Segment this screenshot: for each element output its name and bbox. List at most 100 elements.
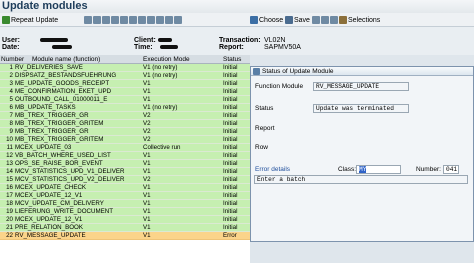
table-row[interactable]: 1 RV_DELIVERIES_SAVE V1 (no retry) Initial	[0, 64, 250, 72]
cell-number: 22	[6, 232, 13, 239]
table-row[interactable]: 17 MCEX_UPDATE_12_V1 V1 Initial	[0, 192, 250, 200]
redacted-date	[52, 45, 72, 49]
grid-tools	[84, 15, 182, 25]
column-header-module-name[interactable]: Module name (function)	[32, 56, 100, 63]
table-row[interactable]: 21 PRE_RELATION_BOOK V1 Initial	[0, 224, 250, 232]
table-row[interactable]: 2 DISPSATZ_BESTANDSFUEHRUNG V1 (no retry) I…	[0, 72, 250, 80]
cell-module-name: MCV_STATISTICS_UPD_V1_DELIVER	[15, 168, 125, 175]
choose-label: Choose	[259, 16, 284, 24]
detail-icon[interactable]	[84, 16, 92, 24]
cell-status: Initial	[223, 200, 238, 207]
cell-number: 4	[9, 88, 13, 95]
repeat-update-button[interactable]: Repeat Update	[2, 15, 58, 25]
window-title: Update modules	[2, 0, 88, 12]
export-icon[interactable]	[147, 16, 155, 24]
print-icon[interactable]	[138, 16, 146, 24]
dialog-title-bar[interactable]: Status of Update Module	[251, 67, 473, 76]
table-row[interactable]: 16 MCEX_UPDATE_CHECK V1 Initial	[0, 184, 250, 192]
cell-status: Initial	[223, 96, 238, 103]
table-row[interactable]: 11 MCEX_UPDATE_03 Collective run Initial	[0, 144, 250, 152]
cell-number: 5	[9, 96, 13, 103]
cell-status: Initial	[223, 80, 238, 87]
cell-number: 13	[6, 160, 13, 167]
cell-number: 15	[6, 176, 13, 183]
cell-execution-mode: V1	[143, 168, 151, 175]
application-toolbar: Repeat Update Choose Save Selections	[0, 13, 474, 27]
table-row[interactable]: 7 MB_TREX_TRIGGER_GR V2 Initial	[0, 112, 250, 120]
cell-number: 9	[9, 128, 13, 135]
message-number-field[interactable]: 041	[443, 165, 459, 174]
table-row[interactable]: 6 MB_UPDATE_TASKS V1 (no retry) Initial	[0, 104, 250, 112]
find-icon[interactable]	[111, 16, 119, 24]
function-module-field: RV_MESSAGE_UPDATE	[313, 82, 409, 91]
repeat-update-icon	[2, 16, 10, 24]
message-class-field[interactable]: MY	[356, 165, 401, 174]
column-header-number[interactable]: Number	[1, 56, 24, 63]
first-page-icon[interactable]	[312, 16, 320, 24]
cell-module-name: LIEFERUNG_WRITE_DOCUMENT	[15, 208, 113, 215]
cell-module-name: MCV_STATISTICS_UPD_V2_DELIVER	[15, 176, 125, 183]
report-value: SAPMV50A	[264, 44, 301, 51]
cell-execution-mode: V1	[143, 160, 151, 167]
table-row[interactable]: 12 VB_BATCH_WHERE_USED_LIST V1 Initial	[0, 152, 250, 160]
cell-module-name: VB_BATCH_WHERE_USED_LIST	[15, 152, 111, 159]
table-row[interactable]: 3 ME_UPDATE_GOODS_RECEIPT V1 Initial	[0, 80, 250, 88]
cell-execution-mode: V1	[143, 80, 151, 87]
layout-select-icon[interactable]	[165, 16, 173, 24]
sort-descending-icon[interactable]	[102, 16, 110, 24]
cell-module-name: ME_UPDATE_GOODS_RECEIPT	[15, 80, 110, 87]
cell-number: 10	[6, 136, 13, 143]
cell-status: Initial	[223, 112, 238, 119]
cell-number: 21	[6, 224, 13, 231]
cell-execution-mode: V2	[143, 112, 151, 119]
column-header-status[interactable]: Status	[223, 56, 241, 63]
cell-status: Initial	[223, 168, 238, 175]
message-text-field: Enter a batch	[254, 175, 468, 184]
table-row[interactable]: 13 OPS_SE_RAISE_BOR_EVENT V1 Initial	[0, 160, 250, 168]
cell-status: Initial	[223, 104, 238, 111]
cell-number: 1	[9, 64, 13, 71]
selections-icon	[339, 16, 347, 24]
table-row[interactable]: 4 ME_CONFIRMATION_EKET_UPD V1 Initial	[0, 88, 250, 96]
previous-page-icon[interactable]	[321, 16, 329, 24]
cell-number: 16	[6, 184, 13, 191]
cell-execution-mode: Collective run	[143, 144, 181, 151]
table-row[interactable]: 10 MB_TREX_TRIGGER_GRITEM V2 Initial	[0, 136, 250, 144]
table-row[interactable]: 9 MB_TREX_TRIGGER_GR V2 Initial	[0, 128, 250, 136]
cell-number: 3	[9, 80, 13, 87]
table-row[interactable]: 22 RV_MESSAGE_UPDATE V1 Error	[0, 232, 250, 240]
table-row[interactable]: 8 MB_TREX_TRIGGER_GRITEM V2 Initial	[0, 120, 250, 128]
table-row[interactable]: 15 MCV_STATISTICS_UPD_V2_DELIVER V2 Initial	[0, 176, 250, 184]
cell-module-name: MCEX_UPDATE_12_V1	[15, 216, 83, 223]
cell-number: 11	[6, 144, 13, 151]
cell-execution-mode: V1	[143, 88, 151, 95]
choose-button[interactable]: Choose	[250, 15, 283, 25]
table-row[interactable]: 20 MCEX_UPDATE_12_V1 V1 Initial	[0, 216, 250, 224]
filter-icon[interactable]	[120, 16, 128, 24]
dialog-title: Status of Update Module	[262, 68, 334, 75]
table-row[interactable]: 5 OUTBOUND_CALL_01000011_E V1 Initial	[0, 96, 250, 104]
cell-module-name: MCV_UPDATE_CM_DELIVERY	[15, 200, 104, 207]
cell-status: Initial	[223, 72, 238, 79]
save-button[interactable]: Save	[285, 15, 310, 25]
cell-execution-mode: V1 (no retry)	[143, 72, 178, 79]
next-page-icon[interactable]	[330, 16, 338, 24]
cell-module-name: OPS_SE_RAISE_BOR_EVENT	[15, 160, 103, 167]
cell-execution-mode: V2	[143, 136, 151, 143]
layout-save-icon[interactable]	[174, 16, 182, 24]
status-label: Status	[255, 105, 274, 112]
cell-module-name: MCEX_UPDATE_CHECK	[15, 184, 87, 191]
cell-status: Initial	[223, 192, 238, 199]
sum-icon[interactable]	[129, 16, 137, 24]
table-row[interactable]: 19 LIEFERUNG_WRITE_DOCUMENT V1 Initial	[0, 208, 250, 216]
column-header-execution-mode[interactable]: Execution Mode	[143, 56, 190, 63]
selections-button[interactable]: Selections	[339, 15, 380, 25]
report-label-dialog: Report	[255, 125, 275, 132]
table-row[interactable]: 18 MCV_UPDATE_CM_DELIVERY V1 Initial	[0, 200, 250, 208]
status-dialog: Status of Update Module Function Module …	[250, 66, 474, 242]
error-details-label: Error details	[255, 166, 291, 173]
table-row[interactable]: 14 MCV_STATISTICS_UPD_V1_DELIVER V1 Initial	[0, 168, 250, 176]
sort-ascending-icon[interactable]	[93, 16, 101, 24]
layout-icon[interactable]	[156, 16, 164, 24]
cell-execution-mode: V1	[143, 96, 151, 103]
